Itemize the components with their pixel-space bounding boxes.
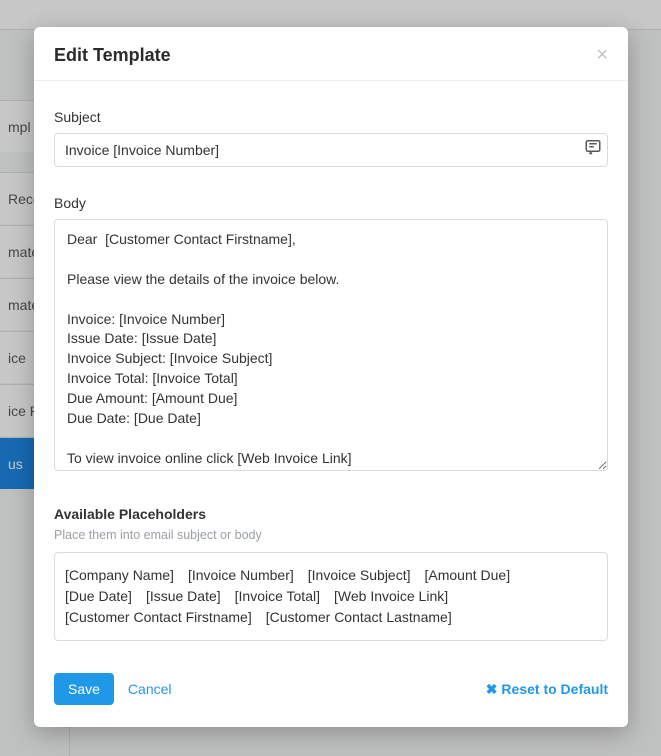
modal-footer: Save Cancel ✖ Reset to Default bbox=[34, 647, 628, 727]
subject-input-wrap bbox=[54, 133, 608, 167]
body-label: Body bbox=[54, 195, 608, 211]
placeholder-chip[interactable]: [Invoice Number] bbox=[188, 565, 294, 586]
modal-header: Edit Template × bbox=[34, 27, 628, 81]
placeholder-chip[interactable]: [Invoice Total] bbox=[235, 586, 320, 607]
placeholders-title: Available Placeholders bbox=[54, 506, 608, 522]
placeholders-box: [Company Name] [Invoice Number] [Invoice S… bbox=[54, 552, 608, 641]
save-button[interactable]: Save bbox=[54, 673, 114, 705]
placeholder-chip[interactable]: [Customer Contact Firstname] bbox=[65, 607, 252, 628]
placeholder-chip[interactable]: [Web Invoice Link] bbox=[334, 586, 448, 607]
edit-template-modal: Edit Template × Subject Body Available P… bbox=[34, 27, 628, 727]
subject-input[interactable] bbox=[54, 133, 608, 167]
placeholder-chip[interactable]: [Invoice Subject] bbox=[308, 565, 411, 586]
placeholder-chip[interactable]: [Issue Date] bbox=[146, 586, 221, 607]
placeholder-chip[interactable]: [Due Date] bbox=[65, 586, 132, 607]
placeholders-hint: Place them into email subject or body bbox=[54, 528, 608, 542]
placeholder-picker-icon[interactable] bbox=[584, 139, 602, 162]
placeholder-chip[interactable]: [Amount Due] bbox=[425, 565, 511, 586]
placeholder-chip[interactable]: [Customer Contact Lastname] bbox=[266, 607, 452, 628]
placeholder-chip[interactable]: [Company Name] bbox=[65, 565, 174, 586]
reset-label: Reset to Default bbox=[501, 681, 608, 697]
cancel-button[interactable]: Cancel bbox=[126, 675, 174, 703]
modal-body: Subject Body Available Placeholders Plac… bbox=[34, 81, 628, 647]
close-icon[interactable]: × bbox=[596, 45, 608, 65]
reset-star-icon: ✖ bbox=[486, 681, 498, 698]
modal-title: Edit Template bbox=[54, 45, 171, 66]
footer-left: Save Cancel bbox=[54, 673, 174, 705]
subject-label: Subject bbox=[54, 109, 608, 125]
body-textarea[interactable] bbox=[54, 219, 608, 471]
reset-to-default-button[interactable]: ✖ Reset to Default bbox=[490, 681, 608, 698]
